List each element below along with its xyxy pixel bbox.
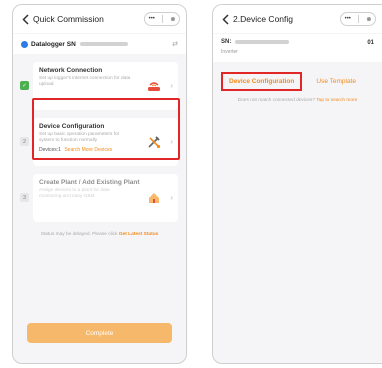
tools-icon [148,136,161,149]
more-icon[interactable]: ••• [149,16,155,22]
tap-to-search-more-link[interactable]: Tap to search more [316,98,357,103]
config-tabs: Device Configuration Use Template [213,70,382,92]
mini-program-capsule: ••• ⊗ [144,12,180,26]
quick-commission-screen: Quick Commission ••• ⊗ Datalogger SN ⇄ ✓… [12,4,187,364]
swap-icon[interactable]: ⇄ [172,40,178,48]
top-bar: Quick Commission ••• ⊗ [13,5,186,33]
device-type: Inverter [221,49,238,55]
status-text: Status may be delayed. Please click [40,232,118,237]
close-icon[interactable]: ⊗ [366,16,371,23]
chevron-right-icon: › [170,137,173,146]
step-network-connection: ✓ Network Connection Set up logger's int… [13,62,186,110]
search-more-devices-link[interactable]: Search More Devices [64,147,112,153]
device-config-screen: 2.Device Config ••• ⊗ SN: 01 Inverter De… [212,4,382,364]
step-title: Device Configuration [39,123,105,130]
capsule-divider [358,15,360,23]
mini-program-capsule: ••• ⊗ [340,12,376,26]
chevron-right-icon: › [170,81,173,90]
step-description: Set up basic operation parameters for sy… [39,132,120,144]
page-title: 2.Device Config [233,14,294,24]
back-chevron-icon[interactable] [219,12,231,26]
step-description: Assign devices to a plant for data monit… [39,188,110,200]
step-device-configuration: 2 Device Configuration Set up basic oper… [13,118,186,166]
more-icon[interactable]: ••• [345,16,351,22]
datalogger-row[interactable]: Datalogger SN ⇄ [13,34,186,54]
status-hint: Status may be delayed. Please click Get … [13,232,186,237]
device-count: Devices:1 [39,147,61,154]
datalogger-sn-redacted [79,42,128,46]
step-done-check-icon: ✓ [20,81,29,90]
sn-row: SN: [221,39,374,45]
chevron-right-icon: › [170,193,173,202]
step-number: 3 [20,193,29,202]
sn-value-redacted [235,40,290,44]
datalogger-icon [21,40,28,48]
hint-text: Does not match connected devices? [237,98,316,103]
capsule-divider [162,15,164,23]
complete-button[interactable]: Complete [27,323,172,343]
plant-icon [149,193,159,203]
sn-label: SN: [221,39,232,45]
step-number: 2 [20,137,29,146]
device-index: 01 [367,40,374,46]
step-description: Set up logger's internet connection for … [39,76,131,88]
step-create-plant: 3 Create Plant / Add Existing Plant Assi… [13,174,186,222]
datalogger-label: Datalogger SN [31,40,76,48]
step-card[interactable]: Device Configuration Set up basic operat… [33,118,178,166]
step-title: Create Plant / Add Existing Plant [39,179,140,186]
tab-use-template[interactable]: Use Template [310,74,362,89]
search-hint: Does not match connected devices? Tap to… [213,98,382,103]
back-chevron-icon[interactable] [19,12,31,26]
device-sn-panel: SN: 01 Inverter [213,34,382,62]
step-card[interactable]: Create Plant / Add Existing Plant Assign… [33,174,178,222]
close-icon[interactable]: ⊗ [170,16,175,23]
router-icon [148,82,160,91]
page-title: Quick Commission [33,14,104,24]
step-card[interactable]: Network Connection Set up logger's inter… [33,62,178,110]
tab-device-configuration[interactable]: Device Configuration [221,71,303,91]
top-bar: 2.Device Config ••• ⊗ [213,5,382,33]
get-latest-status-link[interactable]: Get Latest Status [119,232,158,237]
step-title: Network Connection [39,67,103,74]
